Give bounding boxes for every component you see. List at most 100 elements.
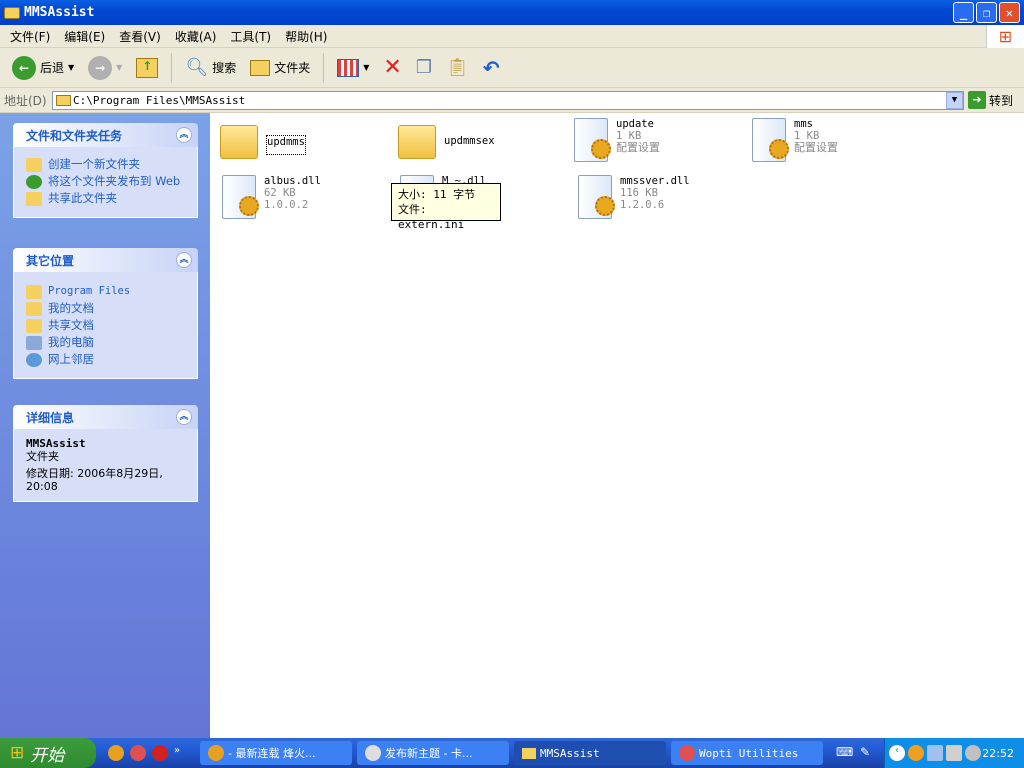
place-shared-documents[interactable]: 共享文档	[26, 319, 187, 333]
forward-button[interactable]: → ▼	[84, 54, 126, 82]
windows-logo-icon: ⊞	[986, 25, 1024, 48]
panel-header[interactable]: 文件和文件夹任务 ︽	[13, 123, 198, 147]
views-button[interactable]: ▼	[333, 57, 373, 79]
chevron-down-icon: ▼	[363, 63, 370, 72]
flash-quicklaunch-icon[interactable]	[152, 745, 168, 761]
folder-icon	[398, 125, 436, 159]
file-item[interactable]: updmmsex	[398, 121, 495, 159]
menu-file[interactable]: 文件(F)	[10, 28, 50, 45]
go-button[interactable]: ➜ 转到	[968, 91, 1013, 109]
menu-edit[interactable]: 编辑(E)	[64, 28, 105, 45]
collapse-icon[interactable]: ︽	[176, 409, 192, 425]
file-item[interactable]: updmms	[220, 121, 306, 159]
browser-quicklaunch-icon[interactable]	[108, 745, 124, 761]
folder-icon	[522, 747, 536, 759]
file-item[interactable]: update 1 KB 配置设置	[574, 118, 660, 162]
app-quicklaunch-icon[interactable]	[130, 745, 146, 761]
file-item[interactable]: mms 1 KB 配置设置	[752, 118, 838, 162]
start-label: 开始	[30, 745, 65, 766]
menu-help[interactable]: 帮助(H)	[285, 28, 327, 45]
menu-tools[interactable]: 工具(T)	[230, 28, 271, 45]
separator	[323, 52, 325, 83]
delete-button[interactable]: ✕	[379, 53, 405, 82]
my-computer-icon	[26, 336, 42, 350]
file-name: mmssver.dll	[620, 175, 690, 187]
go-arrow-icon: ➜	[968, 91, 986, 109]
collapse-icon[interactable]: ︽	[176, 252, 192, 268]
keyboard-icon[interactable]: ⌨	[836, 745, 853, 759]
folders-label: 文件夹	[274, 61, 311, 75]
chevron-down-icon[interactable]: ▼	[68, 63, 74, 72]
display-icon[interactable]	[946, 745, 962, 761]
menu-bar: 文件(F) 编辑(E) 查看(V) 收藏(A) 工具(T) 帮助(H)	[0, 25, 1024, 48]
toolbar: ← 后退 ▼ → ▼ ↑ 🔍︎ 搜索 文件夹 ▼ ✕ ❐ 📋︎ ↶	[0, 48, 1024, 88]
place-network[interactable]: 网上邻居	[26, 353, 187, 367]
back-button[interactable]: ← 后退 ▼	[8, 54, 78, 82]
browser-icon	[365, 745, 381, 761]
start-button[interactable]: ⊞ 开始	[0, 738, 96, 768]
search-button[interactable]: 🔍︎ 搜索	[181, 55, 240, 80]
place-my-computer[interactable]: 我的电脑	[26, 336, 187, 350]
file-item[interactable]: mmssver.dll 116 KB 1.2.0.6	[578, 175, 690, 219]
place-program-files[interactable]: Program Files	[26, 285, 187, 299]
panel-header[interactable]: 详细信息 ︽	[13, 405, 198, 429]
file-version: 1.0.0.2	[264, 199, 309, 211]
file-name: updmms	[266, 135, 306, 155]
file-tasks-panel: 文件和文件夹任务 ︽ 创建一个新文件夹 将这个文件夹发布到 Web 共享此文件夹	[13, 123, 198, 218]
maximize-button[interactable]: ❐	[976, 2, 997, 23]
taskbar-item[interactable]: - 最新连载 烽火...	[200, 741, 352, 765]
place-label: 共享文档	[48, 318, 94, 332]
chevron-down-icon[interactable]: ▼	[116, 63, 122, 72]
close-button[interactable]: ✕	[999, 2, 1020, 23]
address-dropdown-button[interactable]: ▼	[946, 92, 963, 109]
file-name: mms	[794, 118, 813, 130]
file-name: updmmsex	[444, 135, 495, 147]
address-bar: 地址(D) C:\Program Files\MMSAssist ▼ ➜ 转到	[0, 88, 1024, 113]
window-title: MMSAssist	[24, 5, 95, 20]
volume-icon[interactable]	[965, 745, 981, 761]
search-label: 搜索	[212, 61, 237, 75]
pen-icon[interactable]: ✎	[860, 745, 870, 759]
address-input[interactable]: C:\Program Files\MMSAssist ▼	[52, 91, 964, 110]
task-label: 将这个文件夹发布到 Web	[48, 174, 181, 188]
file-size: 116 KB	[620, 187, 658, 199]
paste-button[interactable]: 📋︎	[442, 55, 473, 80]
browser-icon	[208, 745, 224, 761]
address-label: 地址(D)	[4, 93, 47, 108]
forward-arrow-icon: →	[88, 55, 113, 80]
folder-icon	[4, 6, 20, 19]
new-folder-icon	[26, 158, 42, 172]
app-icon	[679, 745, 695, 761]
tray-icon[interactable]	[908, 745, 924, 761]
network-icon	[26, 353, 42, 367]
tooltip: 大小: 11 字节 文件: extern.ini	[391, 183, 501, 231]
taskbar-item-active[interactable]: MMSAssist	[514, 741, 666, 765]
up-folder-button[interactable]: ↑	[132, 56, 162, 80]
folder-icon	[220, 125, 258, 159]
task-publish-web[interactable]: 将这个文件夹发布到 Web	[26, 175, 187, 189]
folders-button[interactable]: 文件夹	[246, 57, 314, 78]
panel-header[interactable]: 其它位置 ︽	[13, 248, 198, 272]
place-my-documents[interactable]: 我的文档	[26, 302, 187, 316]
taskbar-item[interactable]: Wopti Utilities	[671, 741, 823, 765]
other-places-panel: 其它位置 ︽ Program Files 我的文档 共享文档 我的电脑 网上邻居	[13, 248, 198, 379]
details-name: MMSAssist	[26, 437, 86, 450]
file-item[interactable]: albus.dll 62 KB 1.0.0.2	[222, 175, 321, 219]
collapse-icon[interactable]: ︽	[176, 127, 192, 143]
task-new-folder[interactable]: 创建一个新文件夹	[26, 158, 187, 172]
task-share-folder[interactable]: 共享此文件夹	[26, 192, 187, 206]
undo-button[interactable]: ↶	[479, 54, 504, 82]
copy-button[interactable]: ❐	[412, 55, 436, 80]
chevron-right-icon[interactable]: »	[174, 745, 180, 761]
panel-title: 其它位置	[26, 253, 75, 268]
minimize-button[interactable]: _	[953, 2, 974, 23]
details-panel: 详细信息 ︽ MMSAssist 文件夹 修改日期: 2006年8月29日, 20…	[13, 405, 198, 502]
chevron-left-icon[interactable]: ‹	[889, 745, 905, 761]
taskbar-item[interactable]: 发布新主题 - 卡...	[357, 741, 509, 765]
menu-favorites[interactable]: 收藏(A)	[175, 28, 217, 45]
up-folder-icon: ↑	[136, 57, 159, 78]
folder-icon	[56, 95, 71, 106]
network-icon[interactable]	[927, 745, 943, 761]
search-icon: 🔍︎	[185, 57, 209, 78]
menu-view[interactable]: 查看(V)	[119, 28, 161, 45]
